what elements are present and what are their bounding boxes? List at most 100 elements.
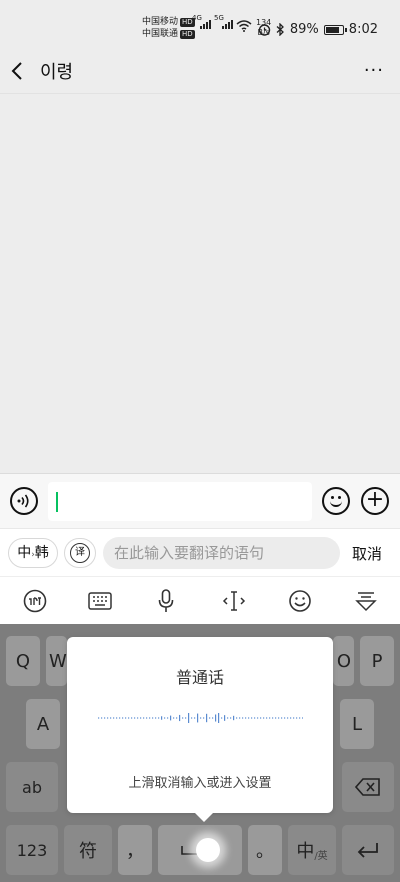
waveform-bar [293,717,295,719]
source-language: 中 [17,545,32,561]
waveform-bar [116,717,118,719]
waveform-bar [194,717,196,719]
key-a[interactable]: A [26,699,60,749]
microphone-icon[interactable] [152,587,180,615]
language-switch-key[interactable]: 中/英 [288,825,336,875]
waveform-bar [290,717,292,719]
waveform-bar [128,717,130,719]
waveform-bar [173,717,175,719]
waveform-bar [206,713,208,723]
translation-input[interactable]: 在此输入要翻译的语句 [103,537,340,569]
enter-key[interactable] [342,825,394,875]
waveform-bar [140,717,142,719]
xunfei-logo-icon[interactable] [21,587,49,615]
waveform-bar [146,717,148,719]
waveform-bar [182,717,184,719]
waveform-bar [122,717,124,719]
waveform-bar [302,717,303,719]
target-language: 韩 [34,545,49,561]
collapse-keyboard-icon[interactable] [352,587,380,615]
waveform-bar [107,717,109,719]
battery-icon [323,24,347,35]
waveform-bar [251,717,253,719]
emoji-button[interactable] [322,487,350,515]
waveform-bar [236,717,238,719]
waveform-bar [281,717,283,719]
chat-header: 이령 ··· [0,48,400,94]
cancel-translation-button[interactable]: 取消 [352,543,382,564]
waveform-bar [245,717,247,719]
translation-bar: 中›韩 译 在此输入要翻译的语句 取消 [0,528,400,576]
key-q[interactable]: Q [6,636,40,686]
key-comma[interactable]: ， [118,825,152,875]
waveform-bar [260,717,262,719]
keyboard-icon[interactable] [86,587,114,615]
waveform-bar [263,717,265,719]
waveform-bar [101,717,103,719]
more-functions-button[interactable]: + [361,487,389,515]
network-type-label: 5G [214,14,224,22]
voice-input-button[interactable] [10,487,38,515]
key-123[interactable]: 123 [6,825,58,875]
waveform-bar [215,714,217,722]
key-ab[interactable]: ab [6,762,58,812]
input-bar: + [0,473,400,528]
waveform-bar [158,717,160,719]
waveform-bar [170,715,172,721]
waveform-bar [209,717,211,719]
key-symbol[interactable]: 符 [64,825,112,875]
waveform-bar [278,717,280,719]
language-main-label: 中 [296,841,315,862]
waveform-bar [239,717,241,719]
clock: 8:02 [348,22,378,37]
waveform-bar [218,713,220,723]
battery-fill [325,26,339,33]
more-options-button[interactable]: ··· [364,60,384,81]
waveform-bar [233,715,235,721]
waveform-bar [197,713,199,723]
waveform-bar [221,717,223,719]
key-o[interactable]: O [333,636,354,686]
waveform-bar [299,717,301,719]
translate-button[interactable]: 译 [64,538,96,568]
waveform-bar [212,717,214,719]
waveform-bar [119,717,121,719]
hd-badge: HD [180,30,195,39]
waveform-bar [269,717,271,719]
waveform-bar [284,717,286,719]
message-area[interactable] [0,95,400,473]
back-button[interactable] [10,58,34,84]
wifi-icon [236,20,252,32]
translation-input-placeholder: 在此输入要翻译的语句 [114,544,265,562]
waveform-bar [176,717,178,719]
language-pair-button[interactable]: 中›韩 [8,538,58,568]
message-input[interactable] [48,482,312,521]
waveform-bar [137,717,139,719]
waveform-bar [224,715,226,721]
language-sub-label: /英 [314,850,328,862]
key-l[interactable]: L [340,699,374,749]
waveform-bar [134,717,136,719]
voice-drag-knob[interactable] [196,838,220,862]
voice-hint: 上滑取消输入或进入设置 [128,776,272,791]
network-type-label: 4G [192,14,202,22]
waveform-bar [188,713,190,723]
waveform-bar [254,717,256,719]
keyboard-toolbar [0,576,400,624]
waveform-bar [248,717,250,719]
status-bar: 中国移动 HD 中国联通 HD 4G 5G 134 B/s 89% 8:02 [0,0,400,48]
emoji-icon[interactable] [286,587,314,615]
waveform-bar [203,717,205,719]
key-p[interactable]: P [360,636,394,686]
waveform-bar [152,717,154,719]
signal-5g: 5G [214,14,234,29]
audio-waveform-icon [98,713,303,723]
carrier-info: 中国移动 HD 中国联通 HD [142,16,195,40]
key-period[interactable]: 。 [248,825,282,875]
key-w[interactable]: W [46,636,67,686]
status-right: 89% 8:02 [258,22,378,37]
text-cursor-icon[interactable] [220,587,248,615]
backspace-key[interactable] [342,762,394,812]
backspace-icon [355,778,380,796]
waveform-bar [113,717,115,719]
